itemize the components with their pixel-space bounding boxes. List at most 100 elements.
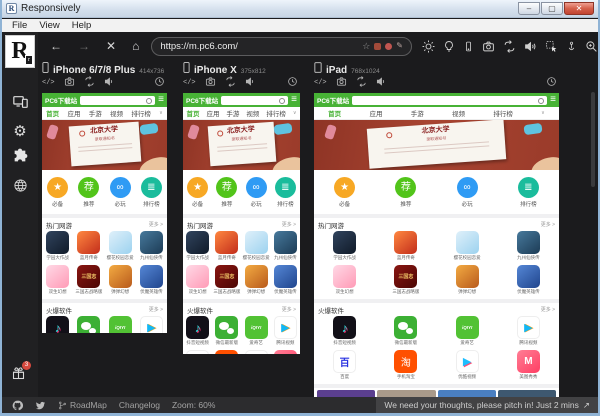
- app-item[interactable]: 蓝月传奇: [375, 231, 436, 265]
- site-nav-item[interactable]: 手游: [89, 108, 102, 118]
- app-item[interactable]: M美图秀秀: [498, 350, 559, 384]
- app-item[interactable]: 九州仙侠传: [136, 231, 167, 265]
- forward-icon[interactable]: →: [78, 40, 90, 52]
- site-banner[interactable]: 北京大学 录取通知书: [314, 120, 559, 170]
- app-item[interactable]: 双生幻想: [314, 265, 375, 299]
- screenshot-all-icon[interactable]: [482, 40, 495, 53]
- more-link[interactable]: 更多 >: [149, 306, 163, 313]
- menu-icon[interactable]: ≡: [550, 95, 556, 105]
- site-nav-item[interactable]: 视频: [452, 108, 465, 118]
- app-item[interactable]: ♪抖音短视频: [314, 316, 375, 350]
- close-button[interactable]: ✕: [564, 2, 594, 15]
- feedback-banner[interactable]: We need your thoughts, please pitch in! …: [376, 397, 598, 413]
- more-link[interactable]: 更多 >: [149, 221, 163, 228]
- app-item[interactable]: 伏魔英雄传: [136, 265, 167, 299]
- app-item[interactable]: ▶腾讯视频: [498, 316, 559, 350]
- quick-link[interactable]: ∞ 必玩: [456, 176, 478, 208]
- speaker-icon[interactable]: [104, 74, 115, 92]
- clock-icon[interactable]: [546, 74, 557, 92]
- site-nav-item[interactable]: 应用: [67, 108, 80, 118]
- screenshot-icon[interactable]: [336, 74, 347, 92]
- plugins-puzzle-icon[interactable]: [12, 148, 28, 169]
- chevron-down-icon[interactable]: ∨: [541, 110, 545, 116]
- zoom-in-icon[interactable]: [585, 40, 598, 53]
- app-scrollbar[interactable]: [591, 92, 595, 187]
- app-item[interactable]: 樱花校园恋爱: [242, 231, 271, 265]
- app-item[interactable]: iQIYI爱奇艺: [437, 316, 498, 350]
- quick-link[interactable]: ★ 必备: [187, 176, 209, 208]
- site-logo[interactable]: PC6下载站: [186, 95, 218, 105]
- app-item[interactable]: 伏魔英雄传: [498, 265, 559, 299]
- devtools-icon[interactable]: </>: [314, 79, 327, 87]
- menu-icon[interactable]: ≡: [158, 95, 164, 105]
- app-item[interactable]: 微信最新版: [73, 316, 104, 333]
- app-item[interactable]: ▶优酷视频: [437, 350, 498, 384]
- network-globe-icon[interactable]: [13, 178, 28, 198]
- app-item[interactable]: 蓝月传奇: [73, 231, 104, 265]
- site-search-input[interactable]: [352, 95, 548, 105]
- extension-badge-icon[interactable]: [374, 42, 382, 50]
- devices-panel-icon[interactable]: [12, 94, 29, 115]
- menu-file[interactable]: File: [6, 20, 33, 31]
- clock-icon[interactable]: [287, 74, 298, 92]
- edit-url-icon[interactable]: ✎: [396, 42, 403, 50]
- speaker-icon[interactable]: [245, 74, 256, 92]
- app-item[interactable]: 九州仙侠传: [271, 231, 300, 265]
- url-text[interactable]: https://m.pc6.com/: [160, 41, 358, 52]
- app-item[interactable]: ▶优酷视频: [242, 350, 271, 354]
- mute-all-icon[interactable]: [524, 40, 537, 53]
- site-nav-item[interactable]: 首页: [186, 108, 199, 118]
- quick-link[interactable]: ★ 必备: [47, 176, 69, 208]
- settings-gear-icon[interactable]: ⚙: [13, 124, 26, 139]
- screenshot-icon[interactable]: [64, 74, 75, 92]
- site-nav-item[interactable]: 手游: [411, 108, 424, 118]
- quick-link[interactable]: 荐推荐: [395, 176, 417, 208]
- app-item[interactable]: M美图秀秀: [271, 350, 300, 354]
- devtools-icon[interactable]: </>: [183, 79, 196, 87]
- app-item[interactable]: 双生幻想: [183, 265, 212, 299]
- more-link[interactable]: 更多 >: [282, 306, 296, 313]
- bookmark-star-icon[interactable]: ☆: [362, 41, 370, 51]
- app-item[interactable]: 三国志 三国志战略版: [212, 265, 241, 299]
- site-preview[interactable]: PC6下载站 ≡ 首页 应用 手游 视频 排行榜 ∨ 北京大学 录取通知书 ★ 必备荐推荐 ∞ 必玩 ≣ 排行…: [183, 93, 300, 354]
- app-item[interactable]: 学园大作战: [314, 231, 375, 265]
- app-item[interactable]: ▶腾讯视频: [136, 316, 167, 333]
- quick-link[interactable]: 荐推荐: [78, 176, 100, 208]
- app-item[interactable]: 三国志 三国志战略版: [73, 265, 104, 299]
- menu-help[interactable]: Help: [66, 20, 98, 31]
- quick-link[interactable]: 荐推荐: [216, 176, 238, 208]
- site-search-input[interactable]: [221, 95, 289, 105]
- site-nav-item[interactable]: 视频: [110, 108, 123, 118]
- rotate-icon[interactable]: [225, 74, 236, 92]
- site-preview[interactable]: PC6下载站 ≡ 首页 应用 手游 视频 排行榜 ∨ 北京大学 录取通知书 ★ 必备荐推荐 ∞ 必玩 ≣ 排行…: [314, 93, 559, 399]
- zoom-level[interactable]: Zoom: 60%: [172, 400, 215, 410]
- site-nav-item[interactable]: 首页: [328, 108, 341, 118]
- site-nav-item[interactable]: 视频: [246, 108, 259, 118]
- more-link[interactable]: 更多 >: [282, 221, 296, 228]
- bulb-icon[interactable]: [443, 40, 455, 53]
- chevron-down-icon[interactable]: ∨: [293, 110, 297, 116]
- app-item[interactable]: ♪抖音短视频: [183, 316, 212, 350]
- quick-link[interactable]: ∞ 必玩: [245, 176, 267, 208]
- app-item[interactable]: ♪抖音短视频: [42, 316, 73, 333]
- more-link[interactable]: 更多 >: [541, 221, 555, 228]
- roadmap-link[interactable]: RoadMap: [58, 400, 107, 410]
- menu-view[interactable]: View: [33, 20, 65, 31]
- home-icon[interactable]: ⌂: [132, 40, 139, 52]
- rotate-all-icon[interactable]: [503, 39, 516, 53]
- site-nav-item[interactable]: 排行榜: [493, 108, 513, 118]
- site-banner[interactable]: 北京大学 录取通知书: [42, 120, 167, 170]
- speaker-icon[interactable]: [376, 74, 387, 92]
- record-icon[interactable]: [385, 42, 393, 50]
- quick-link[interactable]: ∞ 必玩: [109, 176, 131, 208]
- site-preview[interactable]: PC6下载站 ≡ 首页 应用 手游 视频 排行榜 ∨ 北京大学 录取通知书 ★ 必备荐推荐 ∞ 必玩 ≣ 排行…: [42, 93, 167, 333]
- quick-link[interactable]: ≣ 排行榜: [274, 176, 296, 208]
- app-item[interactable]: 学园大作战: [183, 231, 212, 265]
- site-nav-item[interactable]: 排行榜: [131, 108, 151, 118]
- app-item[interactable]: iQIYI爱奇艺: [105, 316, 136, 333]
- app-item[interactable]: 九州仙侠传: [498, 231, 559, 265]
- site-banner[interactable]: 北京大学 录取通知书: [183, 120, 300, 170]
- more-link[interactable]: 更多 >: [541, 306, 555, 313]
- github-icon[interactable]: [12, 400, 23, 411]
- back-icon[interactable]: ←: [50, 40, 62, 52]
